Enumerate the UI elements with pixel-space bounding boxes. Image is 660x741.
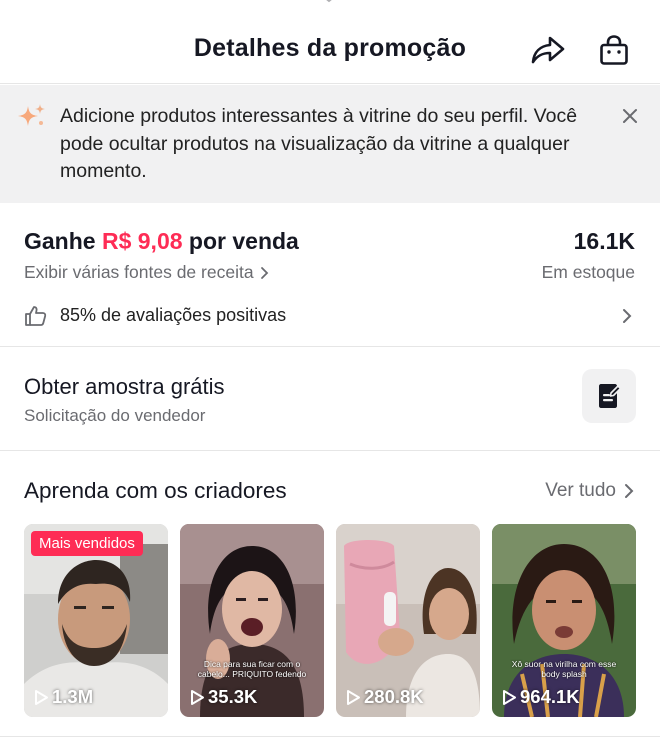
divider xyxy=(0,736,660,737)
video-views: 964.1K xyxy=(520,686,580,707)
stock-value: 16.1K xyxy=(573,228,635,254)
earnings-per-sale: Ganhe R$ 9,08 por venda xyxy=(24,228,299,255)
sparkle-icon xyxy=(18,104,45,126)
chevron-right-icon xyxy=(260,266,268,279)
divider xyxy=(0,346,660,347)
revenue-sources-label: Exibir várias fontes de receita xyxy=(24,262,254,282)
video-caption: Xô suor na virilha com esse body splash xyxy=(511,659,617,679)
creator-video-card[interactable]: Xô suor na virilha com esse body splash … xyxy=(492,524,636,717)
chevron-right-icon xyxy=(623,309,632,323)
stock-label: Em estoque xyxy=(541,262,635,282)
chevron-right-icon xyxy=(625,484,634,498)
play-icon xyxy=(503,689,516,705)
earnings-suffix: por venda xyxy=(188,228,299,254)
share-icon xyxy=(531,36,565,64)
best-seller-badge: Mais vendidos xyxy=(31,531,143,556)
shopping-bag-icon xyxy=(600,35,628,65)
video-caption: Dica para sua ficar com o cabelo... PRIQ… xyxy=(197,659,307,679)
video-view-count: 964.1K xyxy=(501,686,580,708)
free-sample-title: Obter amostra grátis xyxy=(24,374,225,399)
thumbs-up-icon xyxy=(25,306,47,326)
play-icon xyxy=(347,689,360,705)
close-icon xyxy=(623,109,637,123)
video-view-count: 280.8K xyxy=(345,686,424,708)
request-sample-button[interactable] xyxy=(582,369,636,423)
see-all-label: Ver tudo xyxy=(545,480,616,501)
rating-text: 85% de avaliações positivas xyxy=(60,305,287,325)
video-views: 35.3K xyxy=(208,686,258,707)
creator-video-card[interactable]: Mais vendidos 1.3M xyxy=(24,524,168,717)
video-views: 280.8K xyxy=(364,686,424,707)
video-view-count: 1.3M xyxy=(33,686,93,708)
creator-videos: Mais vendidos 1.3M Dica para sua ficar c… xyxy=(24,524,636,717)
play-icon xyxy=(35,689,48,705)
edit-document-icon xyxy=(599,384,622,408)
header: Detalhes da promoção xyxy=(0,0,660,84)
revenue-sources-link[interactable]: Exibir várias fontes de receita xyxy=(24,262,269,283)
divider xyxy=(0,450,660,451)
tip-text: Adicione produtos interessantes à vitrin… xyxy=(60,105,578,182)
shopping-bag-button[interactable] xyxy=(594,30,634,70)
creator-video-card[interactable]: Dica para sua ficar com o cabelo... PRIQ… xyxy=(180,524,324,717)
creators-section-title: Aprenda com os criadores xyxy=(24,478,287,503)
earnings-amount: R$ 9,08 xyxy=(101,228,183,254)
creator-video-card[interactable]: 280.8K xyxy=(336,524,480,717)
close-button[interactable] xyxy=(618,104,642,128)
video-view-count: 35.3K xyxy=(189,686,257,708)
video-views: 1.3M xyxy=(52,686,94,707)
free-sample-subtitle: Solicitação do vendedor xyxy=(24,406,206,425)
earnings-prefix: Ganhe xyxy=(24,228,96,254)
rating-row[interactable]: 85% de avaliações positivas xyxy=(0,296,660,336)
play-icon xyxy=(191,689,204,705)
share-button[interactable] xyxy=(528,30,568,70)
see-all-link[interactable]: Ver tudo xyxy=(545,480,634,502)
